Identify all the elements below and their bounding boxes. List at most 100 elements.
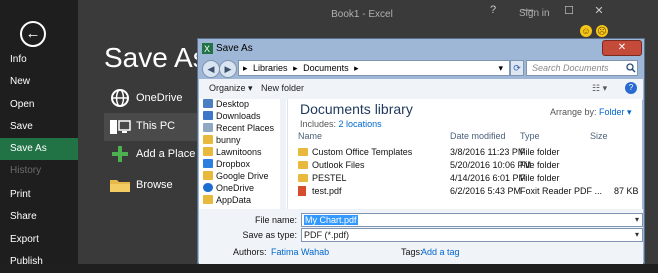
backstage-sidebar: ← Info New Open Save Save As History Pri…: [0, 0, 78, 267]
column-header-name[interactable]: Name: [298, 131, 322, 141]
minimize-icon[interactable]: —: [518, 4, 538, 16]
folder-icon: [298, 161, 308, 169]
pdf-file-icon: [298, 186, 306, 196]
address-bar[interactable]: ▸ Libraries ▸ Documents ▸ ▾: [238, 60, 510, 76]
file-date: 3/8/2016 11:23 PM: [450, 147, 526, 157]
folder-icon: [203, 171, 213, 180]
savetype-select[interactable]: PDF (*.pdf) ▾: [301, 228, 643, 242]
nav-lawnitoons[interactable]: Lawnitoons: [203, 147, 283, 159]
folder-icon: [110, 180, 130, 192]
new-folder-button[interactable]: New folder: [261, 83, 304, 93]
arrange-by-dropdown[interactable]: Folder ▾: [599, 107, 632, 117]
nav-recent-places[interactable]: Recent Places: [203, 123, 283, 135]
nav-label: Google Drive: [216, 171, 269, 181]
authors-field[interactable]: Fatima Wahab: [271, 247, 329, 257]
tags-field[interactable]: Add a tag: [421, 247, 460, 257]
close-icon[interactable]: ✕: [589, 4, 609, 17]
filename-value: My Chart.pdf: [304, 215, 358, 225]
help-icon[interactable]: ?: [625, 82, 637, 94]
nav-bunny[interactable]: bunny: [203, 135, 283, 147]
nav-label: bunny: [216, 135, 241, 145]
dialog-close-button[interactable]: ✕: [602, 40, 642, 56]
savetype-value: PDF (*.pdf): [304, 230, 350, 240]
menu-share[interactable]: Share: [0, 206, 78, 228]
help-icon[interactable]: ?: [483, 4, 503, 16]
nav-google-drive[interactable]: Google Drive: [203, 171, 283, 183]
breadcrumb-separator: ▸: [293, 63, 298, 73]
library-includes: Includes: 2 locations: [300, 119, 382, 129]
excel-backstage: ← Info New Open Save Save As History Pri…: [0, 0, 658, 267]
organize-button[interactable]: Organize ▾: [209, 83, 253, 94]
save-as-dialog: X Save As ✕ ◀ ▶ ▸ Libraries ▸ Documents …: [197, 38, 645, 264]
save-form: File name: My Chart.pdf ▾ Save as type: …: [199, 209, 643, 264]
plus-icon: [112, 146, 128, 162]
navigation-scrollbar[interactable]: [280, 99, 286, 209]
nav-downloads[interactable]: Downloads: [203, 111, 283, 123]
search-icon[interactable]: [626, 63, 636, 73]
savetype-label: Save as type:: [242, 230, 297, 240]
back-button[interactable]: ◀: [202, 60, 220, 78]
chevron-down-icon: ▾: [634, 230, 639, 239]
breadcrumb-separator: ▸: [354, 63, 359, 73]
nav-appdata[interactable]: AppData: [203, 195, 283, 207]
filename-input[interactable]: My Chart.pdf ▾: [301, 213, 643, 227]
file-name: Custom Office Templates: [312, 147, 413, 157]
maximize-icon[interactable]: ☐: [559, 4, 579, 17]
downloads-icon: [203, 111, 213, 120]
file-name: test.pdf: [312, 186, 342, 196]
arrange-by: Arrange by: Folder ▾: [550, 107, 632, 118]
recent-places-icon: [203, 123, 213, 132]
frown-icon[interactable]: ☹: [596, 25, 608, 37]
column-header-size[interactable]: Size: [590, 131, 608, 141]
menu-publish[interactable]: Publish: [0, 251, 78, 273]
menu-print[interactable]: Print: [0, 184, 78, 206]
menu-save[interactable]: Save: [0, 116, 78, 138]
authors-label: Authors:: [233, 247, 267, 257]
file-date: 5/20/2016 10:06 PM: [450, 160, 532, 170]
dialog-titlebar[interactable]: X Save As ✕: [198, 39, 644, 59]
view-options-icon[interactable]: ☷ ▾: [592, 83, 607, 94]
table-row[interactable]: PESTEL 4/14/2016 6:01 PM File folder: [298, 173, 638, 185]
chevron-down-icon[interactable]: ▾: [635, 214, 639, 226]
includes-locations-link[interactable]: 2 locations: [339, 119, 382, 129]
column-header-type[interactable]: Type: [520, 131, 540, 141]
smiley-icon[interactable]: ☺: [580, 25, 592, 37]
file-type: File folder: [520, 147, 560, 157]
breadcrumb-documents[interactable]: Documents: [303, 63, 349, 73]
menu-export[interactable]: Export: [0, 229, 78, 251]
refresh-button[interactable]: ⟳: [510, 60, 524, 76]
nav-label: OneDrive: [216, 183, 255, 193]
back-arrow-icon[interactable]: ←: [20, 21, 46, 47]
file-list-pane: Documents library Includes: 2 locations …: [288, 99, 642, 209]
column-header-date[interactable]: Date modified: [450, 131, 506, 141]
table-row[interactable]: Outlook Files 5/20/2016 10:06 PM File fo…: [298, 160, 638, 172]
table-row[interactable]: Custom Office Templates 3/8/2016 11:23 P…: [298, 147, 638, 159]
nav-onedrive[interactable]: OneDrive: [203, 183, 283, 195]
dialog-title: Save As: [216, 43, 253, 54]
menu-save-as[interactable]: Save As: [0, 138, 78, 160]
forward-button[interactable]: ▶: [219, 60, 237, 78]
nav-dropbox[interactable]: Dropbox: [203, 159, 283, 171]
location-label: OneDrive: [136, 92, 183, 104]
table-row[interactable]: test.pdf 6/2/2016 5:43 PM Foxit Reader P…: [298, 186, 639, 198]
file-type: File folder: [520, 160, 560, 170]
menu-info[interactable]: Info: [0, 49, 78, 71]
nav-desktop[interactable]: Desktop: [203, 99, 283, 111]
address-dropdown-icon[interactable]: ▾: [498, 61, 503, 75]
nav-label: Desktop: [216, 99, 250, 109]
breadcrumb-libraries[interactable]: Libraries: [253, 63, 288, 73]
folder-icon: [203, 147, 213, 156]
arrange-label: Arrange by:: [550, 107, 597, 117]
search-input[interactable]: Search Documents: [526, 60, 638, 76]
file-date: 6/2/2016 5:43 PM: [450, 186, 522, 196]
folder-icon: [298, 148, 308, 156]
location-label: Browse: [136, 179, 173, 191]
computer-icon: [110, 120, 131, 134]
navigation-pane: Desktop Downloads Recent Places bunny La…: [199, 99, 288, 209]
menu-new[interactable]: New: [0, 71, 78, 93]
library-title: Documents library: [300, 101, 413, 117]
nav-label: Dropbox: [216, 159, 251, 169]
tags-label: Tags:: [401, 247, 423, 257]
menu-open[interactable]: Open: [0, 94, 78, 116]
excel-icon: X: [202, 43, 213, 54]
